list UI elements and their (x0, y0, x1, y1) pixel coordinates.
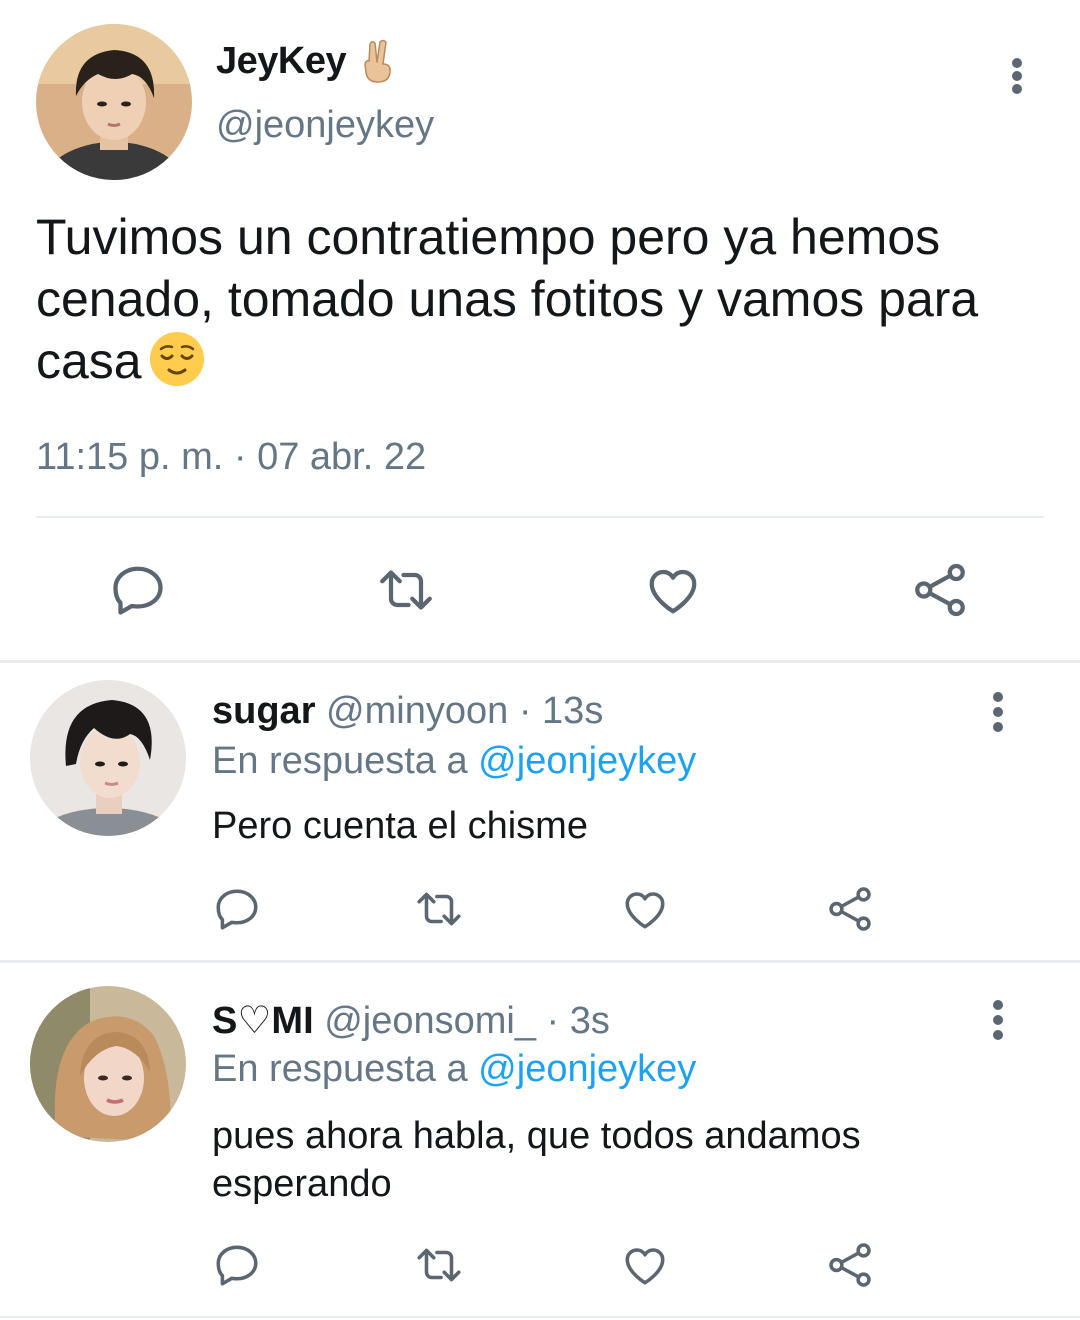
tweet-date: 07 abr. 22 (257, 436, 427, 478)
retweet-icon[interactable] (414, 884, 464, 934)
share-icon[interactable] (910, 560, 970, 620)
display-name[interactable]: JeyKey (216, 40, 347, 83)
reply-header: S♡MI @jeonsomi_ · 3s (212, 998, 610, 1043)
reply-tweet[interactable]: sugar @minyoon · 13s En respuesta a @jeo… (0, 664, 1080, 960)
reply-context: En respuesta a @jeonjeykey (212, 740, 696, 783)
victory-hand-emoji-icon (358, 38, 398, 86)
tweet-thread: JeyKey @jeonjeykey Tuvimos un contratiem… (0, 0, 1080, 1320)
like-icon[interactable] (620, 1240, 670, 1290)
handle[interactable]: @minyoon (326, 690, 508, 732)
meta-separator: · (518, 690, 532, 732)
divider (0, 1316, 1080, 1318)
handle[interactable]: @jeonsomi_ (324, 1000, 536, 1042)
avatar[interactable] (30, 680, 186, 836)
reply-prefix: En respuesta a (212, 1048, 468, 1090)
reply-tweet[interactable]: S♡MI @jeonsomi_ · 3s En respuesta a @jeo… (0, 964, 1080, 1316)
divider (0, 660, 1080, 663)
more-options-icon[interactable] (1002, 46, 1032, 106)
tweet-timestamp[interactable]: 11:15 p. m. · 07 abr. 22 (36, 436, 426, 479)
display-name[interactable]: sugar (212, 690, 315, 732)
more-options-icon[interactable] (983, 688, 1013, 748)
handle[interactable]: @jeonjeykey (216, 104, 434, 147)
reply-prefix: En respuesta a (212, 740, 468, 782)
divider (0, 960, 1080, 963)
retweet-icon[interactable] (376, 560, 436, 620)
mention-link[interactable]: @jeonjeykey (478, 1048, 696, 1090)
meta-separator: · (546, 1000, 560, 1042)
like-icon[interactable] (620, 884, 670, 934)
main-tweet[interactable]: JeyKey @jeonjeykey Tuvimos un contratiem… (0, 0, 1080, 662)
share-icon[interactable] (825, 884, 875, 934)
tweet-text: pues ahora habla, que todos andamos espe… (212, 1115, 861, 1205)
avatar[interactable] (30, 986, 186, 1142)
avatar[interactable] (36, 24, 192, 180)
reply-icon[interactable] (212, 884, 262, 934)
reply-icon[interactable] (212, 1240, 262, 1290)
tweet-time: 11:15 p. m. (36, 436, 224, 478)
tweet-time[interactable]: 13s (542, 690, 603, 732)
tweet-text: Tuvimos un contratiempo pero ya hemos ce… (36, 206, 1046, 392)
more-options-icon[interactable] (983, 996, 1013, 1056)
reply-icon[interactable] (108, 560, 168, 620)
like-icon[interactable] (643, 560, 703, 620)
share-icon[interactable] (825, 1240, 875, 1290)
reply-header: sugar @minyoon · 13s (212, 690, 603, 733)
tweet-text: Pero cuenta el chisme (212, 805, 588, 847)
divider (36, 516, 1044, 518)
meta-separator: · (233, 436, 247, 478)
reply-context: En respuesta a @jeonjeykey (212, 1048, 696, 1091)
retweet-icon[interactable] (414, 1240, 464, 1290)
tweet-time[interactable]: 3s (570, 1000, 610, 1042)
mention-link[interactable]: @jeonjeykey (478, 740, 696, 782)
relieved-face-emoji-icon (148, 330, 206, 388)
display-name[interactable]: S♡MI (212, 1000, 314, 1042)
